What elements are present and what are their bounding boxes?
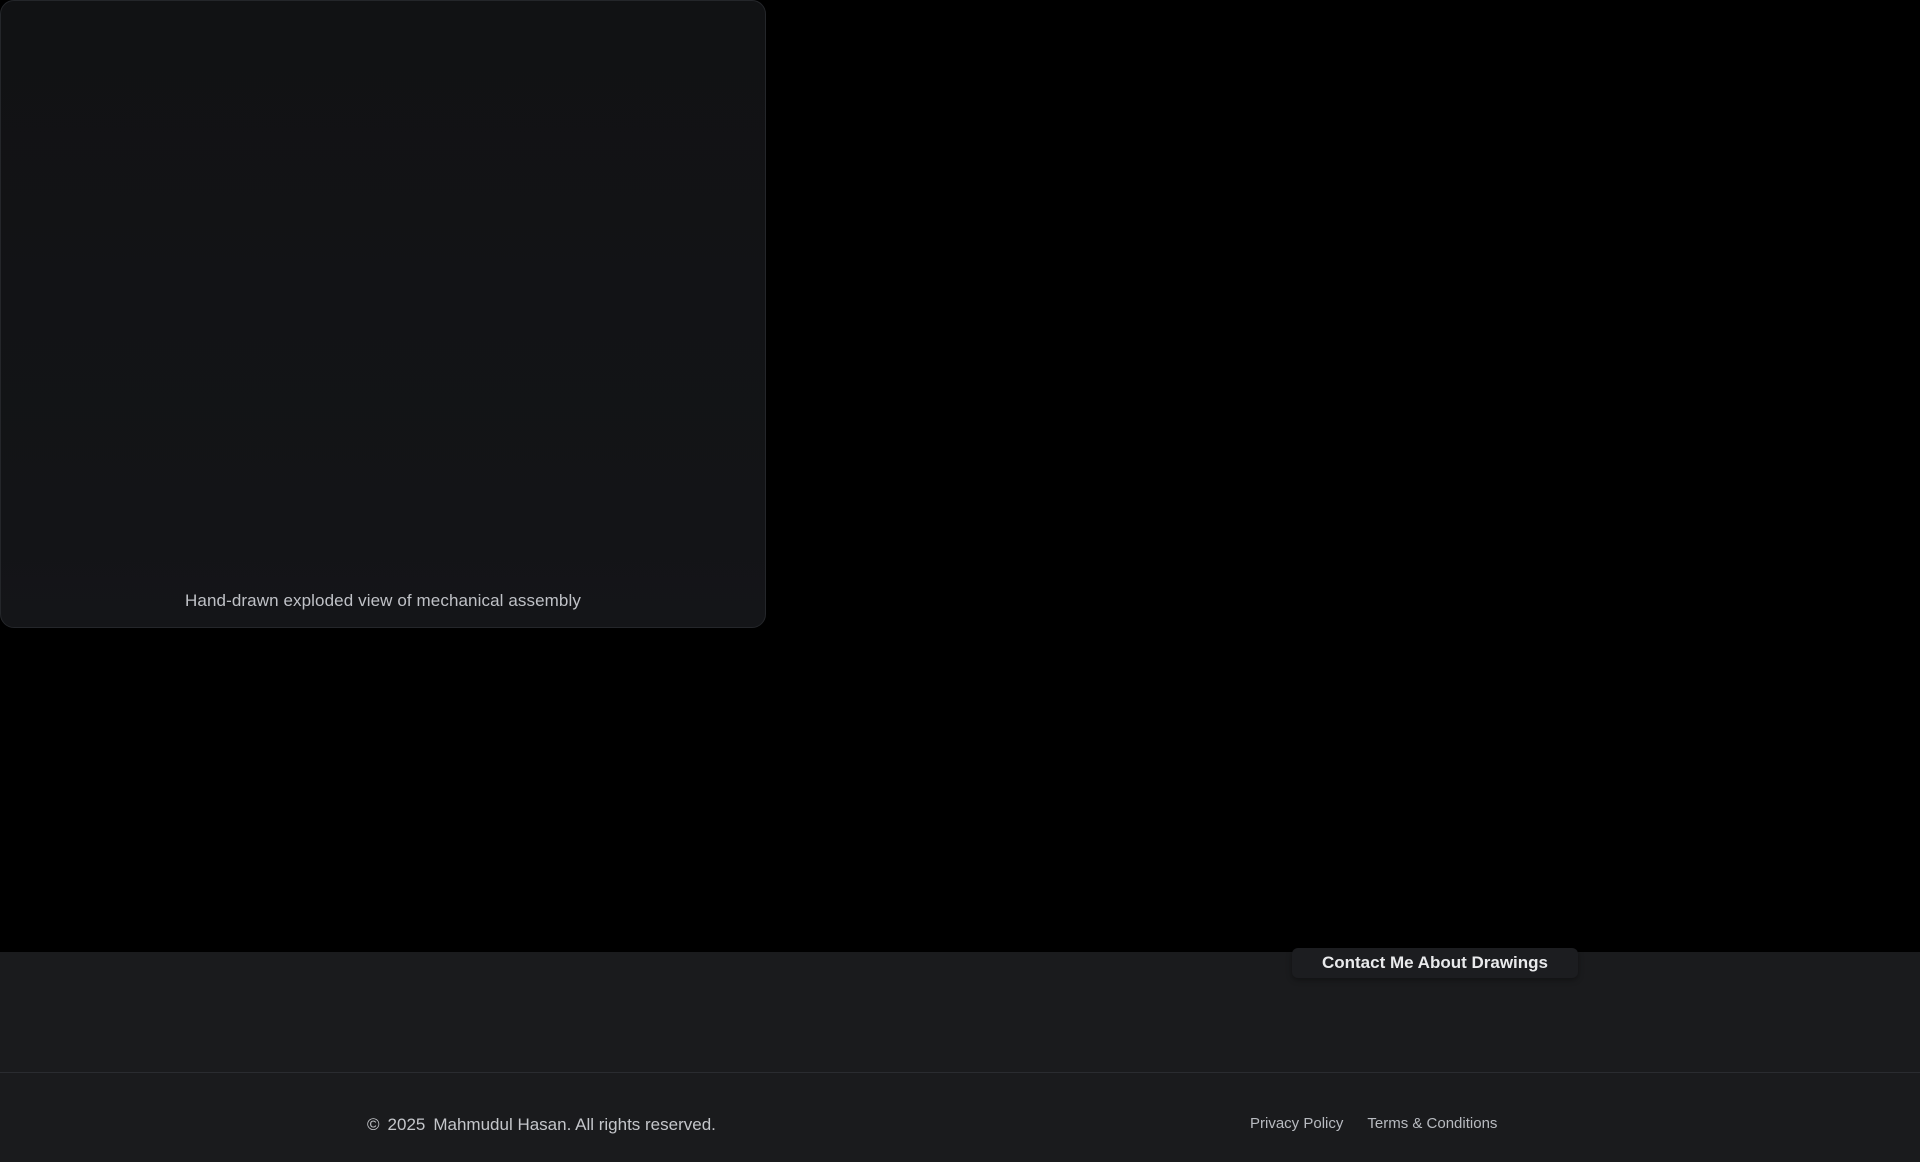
copyright-owner: Mahmudul Hasan. All rights reserved. xyxy=(433,1115,716,1134)
footer-links: Privacy Policy Terms & Conditions xyxy=(1250,1115,1497,1132)
page: Hand-drawn exploded view of mechanical a… xyxy=(0,0,1920,1162)
contact-me-button[interactable]: Contact Me About Drawings xyxy=(1292,948,1578,978)
copyright: © 2025 Mahmudul Hasan. All rights reserv… xyxy=(367,1115,716,1135)
copyright-year: 2025 xyxy=(387,1115,426,1134)
copyright-symbol: © xyxy=(367,1115,380,1134)
drawing-caption: Hand-drawn exploded view of mechanical a… xyxy=(185,591,581,610)
privacy-policy-link[interactable]: Privacy Policy xyxy=(1250,1115,1343,1132)
terms-conditions-link[interactable]: Terms & Conditions xyxy=(1367,1115,1497,1132)
cta-section xyxy=(0,952,1920,1072)
drawing-card: Hand-drawn exploded view of mechanical a… xyxy=(0,0,766,628)
footer: © 2025 Mahmudul Hasan. All rights reserv… xyxy=(0,1072,1920,1162)
